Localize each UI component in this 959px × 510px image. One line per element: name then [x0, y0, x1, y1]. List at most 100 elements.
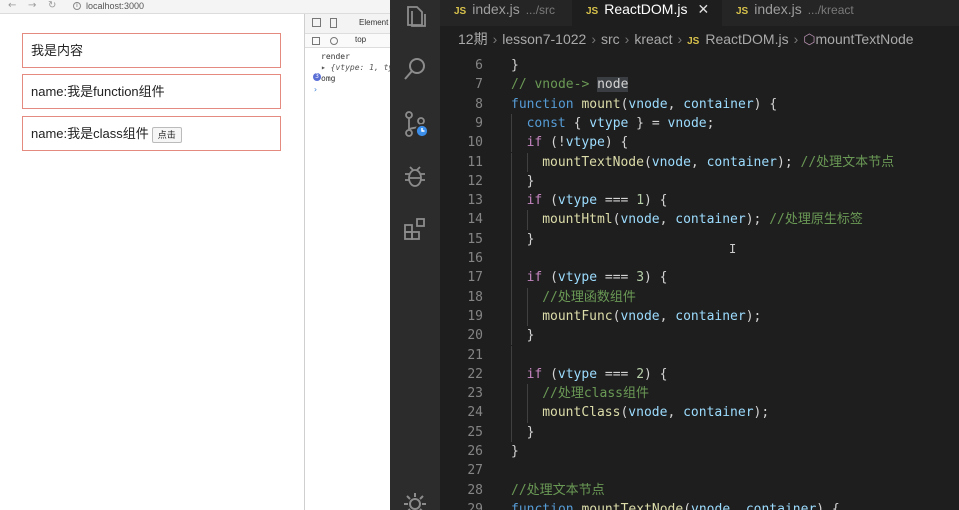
debug-icon[interactable]	[401, 162, 429, 190]
code-line[interactable]: 27	[440, 461, 959, 480]
reload-icon[interactable]: ↻	[48, 0, 56, 12]
code-token: mountHtml	[542, 212, 613, 228]
search-icon[interactable]	[401, 55, 429, 83]
code-line[interactable]: 13 if (vtype === 1) {	[440, 191, 959, 211]
page-viewport: 我是内容 name:我是function组件 name:我是class组件 点击	[0, 14, 304, 510]
code-editor[interactable]: 6} 7// vnode-> node 8 function mount(vnode,…	[440, 50, 959, 510]
code-text: const { vtype } = vnode;	[527, 114, 715, 133]
line-number: 14	[467, 212, 483, 228]
code-line[interactable]: 12}	[440, 171, 959, 192]
code-line[interactable]: 19 mountFunc(vnode, container);	[440, 306, 959, 327]
code-token: //处理文本节点	[511, 482, 605, 498]
code-line[interactable]: 26}	[440, 442, 959, 461]
breadcrumb-file[interactable]: ReactDOM.js	[705, 31, 788, 47]
code-token: }	[526, 173, 535, 189]
source-control-icon[interactable]	[401, 110, 429, 138]
explorer-icon[interactable]	[401, 3, 429, 31]
indent-guide	[511, 364, 512, 385]
forward-arrow-icon[interactable]: →	[28, 0, 36, 12]
line-number: 19	[467, 308, 483, 324]
code-token: container	[683, 405, 754, 421]
indent-guide	[511, 384, 512, 404]
breadcrumb-item[interactable]: lesson7-1022	[502, 31, 586, 47]
devtools-tabbar: Element	[305, 14, 390, 34]
code-line[interactable]: 28 //处理文本节点	[440, 481, 959, 500]
address-bar: ← → ↻ i localhost:3000	[0, 0, 390, 14]
console-object[interactable]: ▸ {vtype: 1, typ	[321, 62, 390, 73]
code-line[interactable]: 10 if (!vtype) {	[440, 133, 959, 153]
code-line[interactable]: 25}	[440, 422, 959, 442]
code-token: mountFunc	[542, 308, 613, 324]
class-component-box: name:我是class组件 点击	[22, 116, 281, 151]
code-line[interactable]: 20}	[440, 326, 959, 346]
code-token: ;	[706, 115, 715, 131]
line-number: 21	[467, 347, 483, 363]
code-text: if (vtype === 3) {	[527, 268, 668, 287]
code-token: } =	[628, 115, 668, 131]
indent-guide	[526, 152, 528, 172]
js-file-icon: JS	[687, 36, 700, 47]
indent-guide	[511, 133, 512, 153]
code-token: }	[526, 231, 535, 247]
breadcrumb-item[interactable]: kreact	[634, 31, 672, 47]
code-line[interactable]: 8 function mount(vnode, container) {	[440, 95, 959, 114]
tab-reactdom[interactable]: JS ReactDOM.js ✕	[572, 0, 722, 26]
code-line[interactable]: 23 //处理class组件	[440, 384, 959, 404]
code-token: vnode	[691, 501, 731, 510]
line-number: 12	[467, 173, 483, 189]
breadcrumb-item[interactable]: 12期	[458, 31, 488, 47]
indent-guide	[526, 287, 528, 307]
clear-console-icon[interactable]	[330, 37, 338, 45]
indent-guide	[526, 384, 528, 404]
indent-guide	[511, 113, 512, 134]
url-text[interactable]: localhost:3000	[86, 0, 144, 12]
back-arrow-icon[interactable]: ←	[8, 0, 16, 12]
line-number: 28	[467, 482, 483, 498]
code-line[interactable]: 21	[440, 345, 959, 365]
js-file-icon: JS	[736, 6, 749, 17]
breadcrumb-item[interactable]: src	[601, 31, 620, 47]
code-text: }	[527, 172, 535, 191]
message-count-icon: 3	[313, 73, 321, 81]
line-number: 27	[467, 463, 483, 479]
tab-elements[interactable]: Element	[359, 18, 388, 27]
code-token: (!	[550, 135, 566, 151]
code-token: (	[683, 501, 692, 510]
code-line[interactable]: 29 function mountTextNode(vnode, containe…	[440, 500, 959, 510]
code-line[interactable]: 18 //处理函数组件	[440, 287, 959, 307]
code-line[interactable]: 24 mountClass(vnode, container);	[440, 403, 959, 423]
close-icon[interactable]: ✕	[697, 1, 709, 17]
code-line[interactable]: 16	[440, 249, 959, 269]
code-token: mount	[581, 96, 621, 112]
console-prompt-icon[interactable]: ›	[313, 84, 318, 95]
click-button[interactable]: 点击	[151, 126, 182, 143]
indent-guide	[511, 210, 512, 230]
code-line[interactable]: 14 mountHtml(vnode, container); //处理原生标签	[440, 210, 959, 230]
tab-index-src[interactable]: JS index.js .../src	[440, 0, 572, 26]
code-token: 2	[636, 366, 645, 382]
chevron-right-icon: ›	[793, 31, 799, 47]
code-token: );	[745, 308, 762, 324]
code-line[interactable]: 22 if (vtype === 2) {	[440, 364, 959, 385]
code-line[interactable]: 9 const { vtype } = vnode;	[440, 113, 959, 134]
code-line[interactable]: 6}	[440, 56, 959, 75]
code-token: ) {	[644, 193, 668, 209]
breadcrumb-symbol[interactable]: mountTextNode	[816, 31, 914, 47]
sidebar-toggle-icon[interactable]	[312, 37, 320, 45]
settings-gear-icon[interactable]	[401, 490, 429, 510]
tab-path-hint: .../kreact	[807, 3, 854, 17]
code-line[interactable]: 15}	[440, 229, 959, 249]
line-number: 18	[467, 289, 483, 305]
content-text: 我是内容	[31, 43, 84, 58]
inspect-icon[interactable]	[312, 18, 321, 27]
device-toggle-icon[interactable]	[330, 18, 337, 28]
site-info-icon[interactable]: i	[73, 2, 81, 10]
code-line[interactable]: 17 if (vtype === 3) {	[440, 268, 959, 288]
code-text: mountFunc(vnode, container);	[542, 307, 761, 326]
code-line[interactable]: 7 // vnode-> node	[440, 75, 959, 94]
code-line[interactable]: 11 mountTextNode(vnode, container); //处理文…	[440, 152, 959, 172]
extensions-icon[interactable]	[401, 215, 429, 243]
context-select[interactable]: top	[355, 35, 366, 44]
code-token: 3	[636, 270, 645, 286]
tab-index-kreact[interactable]: JS index.js .../kreact	[722, 0, 902, 26]
